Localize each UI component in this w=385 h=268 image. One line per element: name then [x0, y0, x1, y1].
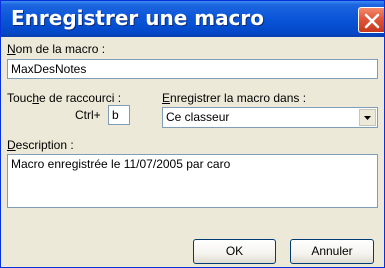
- description-textarea[interactable]: Macro enregistrée le 11/07/2005 par caro: [7, 154, 378, 208]
- dialog-title: Enregistrer une macro: [11, 6, 265, 30]
- cancel-button[interactable]: Annuler: [290, 239, 374, 264]
- record-macro-dialog: Enregistrer une macro Nom de la macro : …: [0, 0, 385, 268]
- chevron-down-icon: [364, 116, 371, 120]
- title-bar[interactable]: Enregistrer une macro: [1, 1, 384, 37]
- description-label: Description :: [7, 138, 74, 152]
- ctrl-prefix-label: Ctrl+: [75, 108, 101, 122]
- close-button[interactable]: [358, 7, 384, 33]
- close-icon: [364, 13, 380, 29]
- store-macro-in-value: Ce classeur: [166, 110, 230, 124]
- macro-name-label: Nom de la macro :: [7, 42, 106, 56]
- macro-name-input[interactable]: MaxDesNotes: [7, 59, 378, 79]
- store-macro-in-label: Enregistrer la macro dans :: [162, 91, 307, 105]
- ok-button[interactable]: OK: [193, 239, 276, 264]
- shortcut-label: Touche de raccourci :: [7, 91, 122, 105]
- dropdown-button[interactable]: [359, 109, 376, 126]
- store-macro-in-select[interactable]: Ce classeur: [162, 107, 378, 128]
- shortcut-key-input[interactable]: b: [108, 105, 130, 125]
